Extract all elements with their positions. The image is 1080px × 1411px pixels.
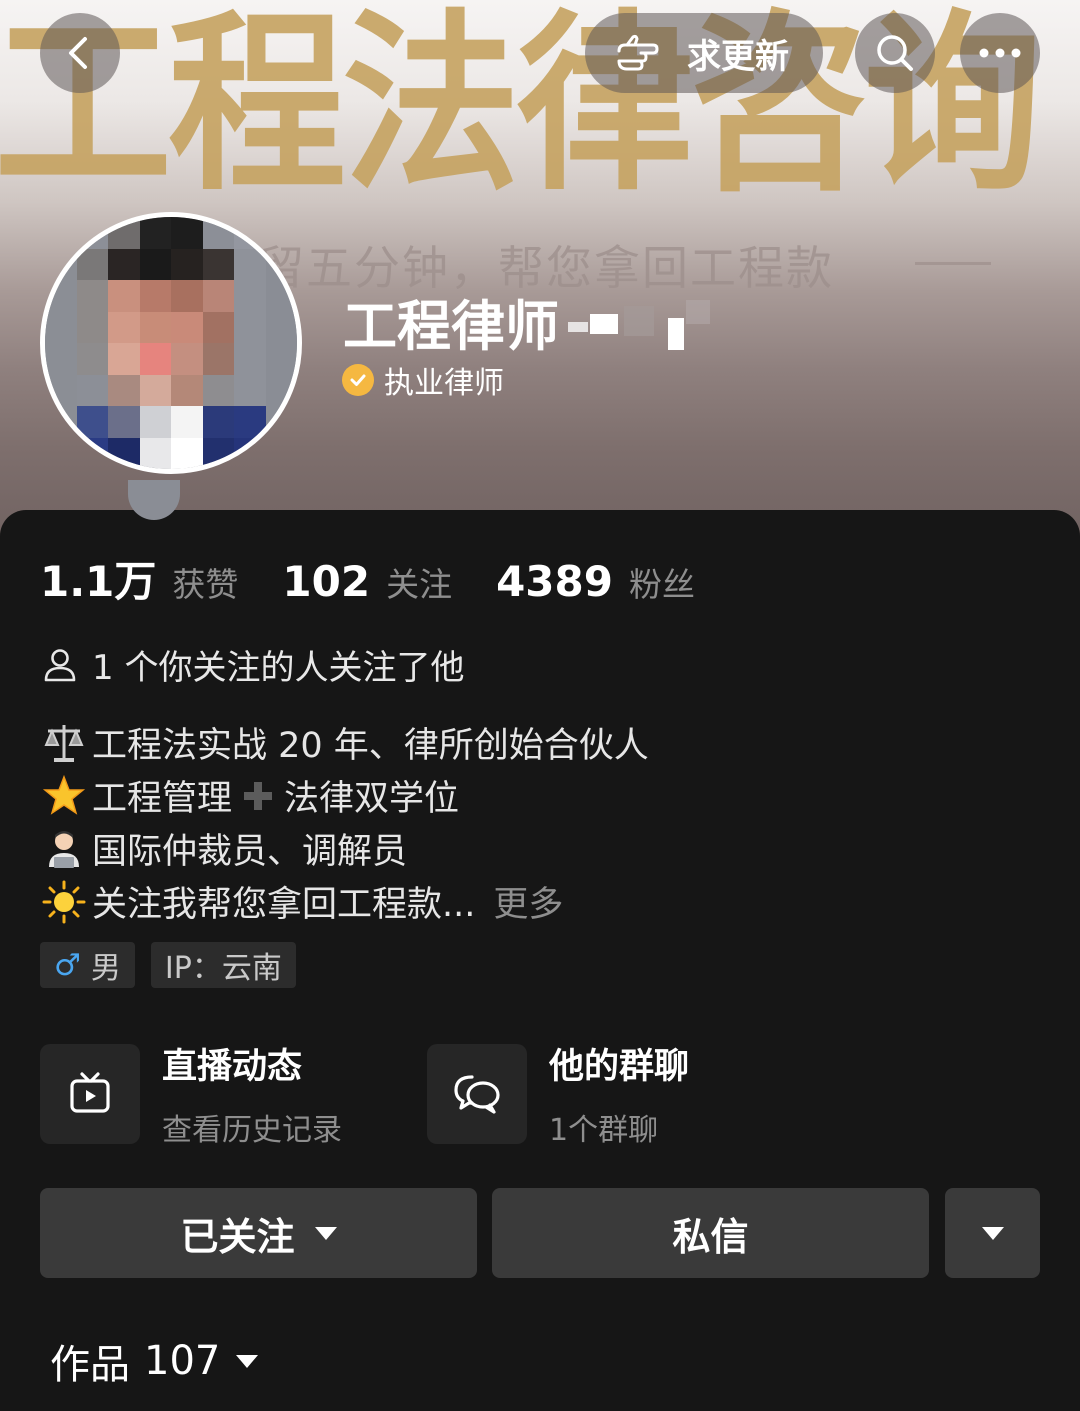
stat-followers-count: 4389 xyxy=(496,557,613,606)
bio-text: 关注我帮您拿回工程款... xyxy=(92,885,476,925)
glowing-star-icon xyxy=(42,774,86,818)
back-button[interactable] xyxy=(40,13,120,93)
more-options-button[interactable] xyxy=(960,13,1040,93)
gender-label: 男 xyxy=(90,951,121,986)
male-icon: ♂ xyxy=(54,947,81,983)
live-history-title: 直播动态 xyxy=(162,1047,303,1087)
bio-line: 工程管理 法律双学位 xyxy=(42,769,649,822)
group-chat-entry[interactable]: 他的群聊 1个群聊 xyxy=(427,1038,689,1149)
stat-likes[interactable]: 1.1万 获赞 xyxy=(40,548,238,609)
bio-text: 法律双学位 xyxy=(284,779,460,819)
avatar[interactable] xyxy=(40,212,302,474)
banner-dash xyxy=(915,262,991,265)
request-update-button[interactable]: 求更新 xyxy=(585,13,823,93)
caret-down-icon xyxy=(981,1226,1004,1240)
more-actions-dropdown[interactable] xyxy=(945,1188,1040,1278)
bio-line: 工程法实战 20 年、律所创始合伙人 xyxy=(42,716,649,769)
works-tab[interactable]: 作品 107 xyxy=(50,1332,259,1390)
tv-icon xyxy=(40,1043,140,1144)
stat-likes-label: 获赞 xyxy=(172,565,239,604)
scales-icon xyxy=(42,721,86,765)
search-button[interactable] xyxy=(855,13,935,93)
group-chat-subtitle: 1个群聊 xyxy=(549,1113,659,1148)
profile-stats: 1.1万 获赞 102 关注 4389 粉丝 xyxy=(40,548,739,609)
bio-line: 国际仲裁员、调解员 xyxy=(42,822,649,875)
verification-badge: 执业律师 xyxy=(342,358,504,402)
stat-followers-label: 粉丝 xyxy=(628,565,695,604)
bio-text: 国际仲裁员、调解员 xyxy=(92,832,408,872)
bio-more-link[interactable]: 更多 xyxy=(493,876,563,927)
works-label: 作品 xyxy=(50,1342,130,1388)
bio-text: 工程法实战 20 年、律所创始合伙人 xyxy=(92,726,649,766)
mutual-followers-text: 1 个你关注的人关注了他 xyxy=(92,648,465,688)
name-redaction xyxy=(568,300,710,352)
profile-name: 工程律师 xyxy=(343,295,559,358)
sun-icon xyxy=(42,880,86,924)
person-laptop-icon xyxy=(42,827,86,871)
live-history-subtitle: 查看历史记录 xyxy=(162,1113,342,1148)
avatar-mosaic xyxy=(45,217,297,469)
profile-bio[interactable]: 工程法实战 20 年、律所创始合伙人 工程管理 法律双学位 国际仲裁员、调解员 … xyxy=(42,716,649,928)
caret-down-icon xyxy=(236,1354,259,1368)
person-icon xyxy=(44,648,76,681)
live-history-entry[interactable]: 直播动态 查看历史记录 xyxy=(40,1038,342,1149)
caret-down-icon xyxy=(314,1226,337,1240)
group-chat-title: 他的群聊 xyxy=(549,1047,690,1087)
works-count: 107 xyxy=(144,1338,221,1384)
plus-icon xyxy=(236,774,280,818)
mutual-followers[interactable]: 1 个你关注的人关注了他 xyxy=(42,640,464,689)
search-icon xyxy=(877,35,913,71)
stat-following-label: 关注 xyxy=(386,565,453,604)
stat-following-count: 102 xyxy=(282,557,371,606)
gender-tag: ♂ 男 xyxy=(40,942,135,988)
bio-text: 工程管理 xyxy=(92,779,233,819)
more-dots-icon xyxy=(979,48,1021,58)
pointing-hand-icon xyxy=(617,34,659,71)
message-label: 私信 xyxy=(672,1214,749,1259)
verification-label: 执业律师 xyxy=(384,366,504,401)
following-button[interactable]: 已关注 xyxy=(40,1188,477,1278)
message-button[interactable]: 私信 xyxy=(492,1188,929,1278)
profile-page: 工程法律咨询 留五分钟，帮您拿回工程款 求更新 工程律师 执业律师 1.1万 获… xyxy=(0,0,1080,1411)
bio-line: 关注我帮您拿回工程款... 更多 xyxy=(42,875,649,928)
following-label: 已关注 xyxy=(180,1214,295,1259)
request-update-label: 求更新 xyxy=(687,36,789,77)
verified-check-icon xyxy=(342,364,374,396)
stat-likes-count: 1.1万 xyxy=(40,557,157,606)
ip-location-tag: IP：云南 xyxy=(150,942,296,988)
stat-following[interactable]: 102 关注 xyxy=(282,557,452,606)
profile-tags: ♂ 男 IP：云南 xyxy=(40,942,312,988)
stat-followers[interactable]: 4389 粉丝 xyxy=(496,557,695,606)
ip-location-label: IP：云南 xyxy=(164,951,282,986)
chevron-left-icon xyxy=(69,37,87,69)
chat-bubbles-icon xyxy=(427,1043,527,1144)
